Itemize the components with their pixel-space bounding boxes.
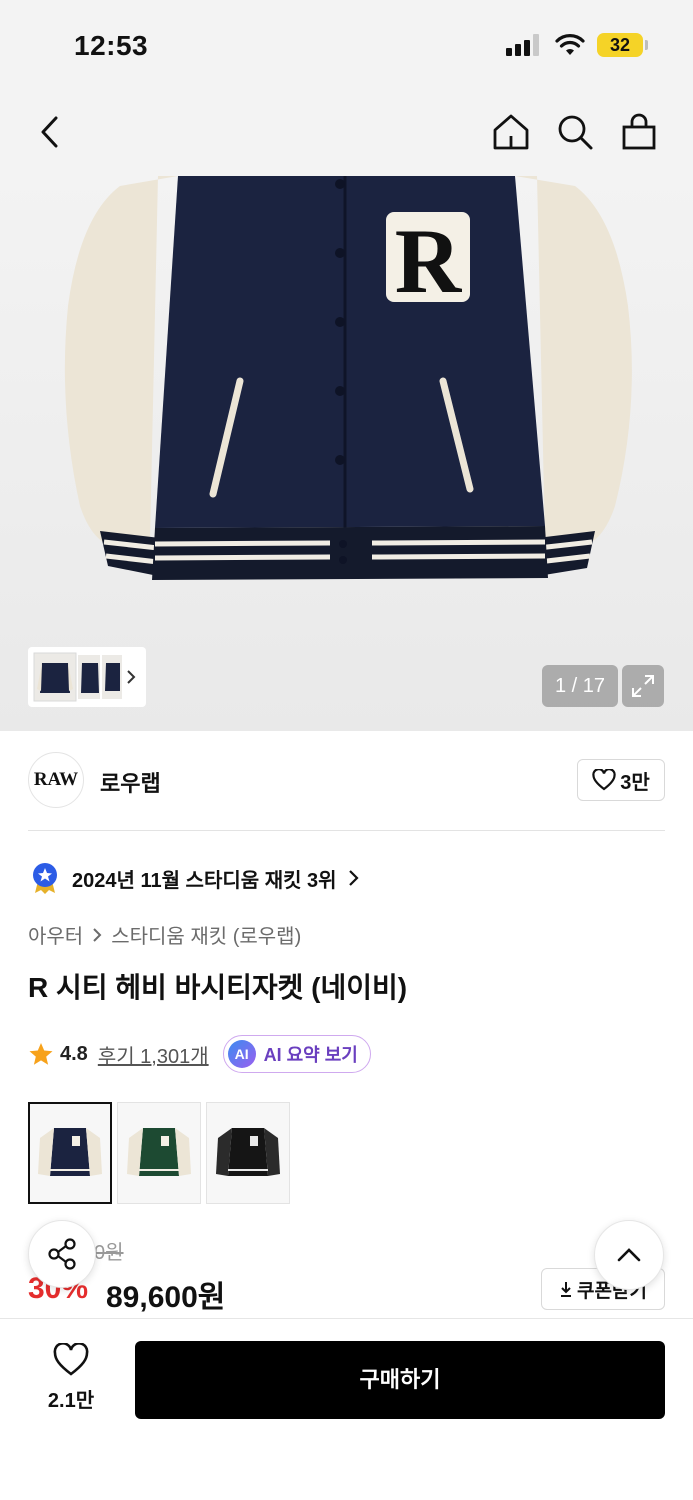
svg-text:R: R <box>395 210 463 312</box>
download-icon <box>561 1282 572 1297</box>
back-button[interactable] <box>28 110 72 154</box>
original-price: 0원 <box>94 1242 124 1264</box>
color-options <box>28 1102 290 1204</box>
battery-tip <box>645 40 648 50</box>
jacket-black-thumbnail <box>216 1128 280 1176</box>
back-icon <box>41 116 58 148</box>
wishlist-count: 2.1만 <box>47 1390 95 1412</box>
sale-price: 89,600원 <box>106 1281 226 1314</box>
status-bar: 12:53 32 <box>0 0 693 92</box>
cart-button[interactable] <box>617 110 661 154</box>
chevron-right-icon <box>93 927 102 942</box>
breadcrumb-category[interactable]: 아우터 <box>28 920 83 949</box>
home-button[interactable] <box>489 110 533 154</box>
expand-button[interactable] <box>622 665 664 707</box>
product-title: R 시티 헤비 바시티자켓 (네이비) <box>28 972 408 1003</box>
image-counter: 1 / 17 <box>542 665 618 707</box>
bottom-action-bar: 2.1만 구매하기 <box>0 1318 693 1500</box>
wishlist-button[interactable]: 2.1만 <box>40 1342 102 1413</box>
price-area: 0원 30% 89,600원 쿠폰받기 <box>28 1234 665 1314</box>
color-option-black[interactable] <box>206 1102 290 1204</box>
jacket-navy-thumbnail <box>38 1128 102 1176</box>
battery-icon: 32 <box>597 33 643 57</box>
brand-logo[interactable]: RAW <box>28 752 84 808</box>
ranking-badge-icon <box>33 863 57 894</box>
image-thumbnail-strip[interactable] <box>28 647 146 707</box>
rating-score: 4.8 <box>60 1042 88 1065</box>
heart-icon <box>53 1342 89 1376</box>
review-count-link[interactable]: 후기 1,301개 <box>98 1040 209 1069</box>
home-icon <box>493 114 529 150</box>
brand-row[interactable]: RAW 로우랩 3만 <box>28 752 665 810</box>
ai-badge-icon: AI <box>227 1040 256 1068</box>
brand-name[interactable]: 로우랩 <box>100 766 161 798</box>
wifi-icon <box>555 34 585 55</box>
signal-icon <box>506 34 542 56</box>
ranking-link[interactable]: 2024년 11월 스타디움 재킷 3위 <box>28 860 361 896</box>
ranking-text: 2024년 11월 스타디움 재킷 3위 <box>72 869 337 892</box>
product-image-gallery[interactable]: R 1 / 17 <box>0 176 693 731</box>
expand-icon <box>632 675 654 697</box>
color-option-navy[interactable] <box>28 1102 112 1204</box>
chevron-up-icon <box>617 1248 641 1262</box>
share-button[interactable] <box>28 1220 96 1288</box>
divider <box>28 830 665 831</box>
search-button[interactable] <box>553 110 597 154</box>
share-icon <box>48 1238 76 1270</box>
status-time: 12:53 <box>74 30 149 61</box>
heart-icon <box>592 769 616 791</box>
buy-button[interactable]: 구매하기 <box>135 1341 665 1419</box>
top-navigation <box>0 92 693 176</box>
bag-icon <box>622 113 656 150</box>
scroll-top-button[interactable] <box>594 1220 664 1290</box>
jacket-green-thumbnail <box>127 1128 191 1176</box>
color-option-green[interactable] <box>117 1102 201 1204</box>
star-icon <box>29 1043 53 1065</box>
breadcrumb-subcategory[interactable]: 스타디움 재킷 (로우랩) <box>111 920 301 949</box>
ai-summary-button[interactable]: AI AI 요약 보기 <box>222 1035 371 1073</box>
breadcrumb: 아우터 스타디움 재킷 (로우랩) <box>28 920 301 949</box>
product-image: R <box>64 176 632 580</box>
thumbnail-images <box>33 652 136 702</box>
search-icon <box>558 115 593 150</box>
rating-row: 4.8 후기 1,301개 AI AI 요약 보기 <box>28 1034 371 1074</box>
brand-like-button[interactable]: 3만 <box>577 759 665 801</box>
chevron-right-icon <box>348 870 359 886</box>
ai-summary-label: AI 요약 보기 <box>263 1045 358 1065</box>
brand-like-count: 3만 <box>620 771 650 794</box>
